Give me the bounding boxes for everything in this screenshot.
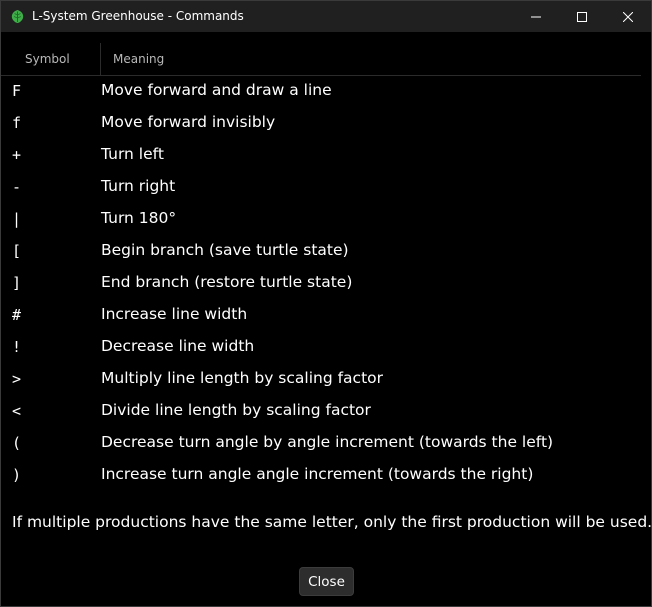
table-row[interactable]: ] End branch (restore turtle state): [1, 267, 641, 299]
table-row[interactable]: + Turn left: [1, 139, 641, 171]
column-divider[interactable]: [100, 43, 101, 75]
meaning-cell: Decrease line width: [101, 337, 255, 355]
table-header: Symbol Meaning: [1, 43, 641, 76]
table-row[interactable]: | Turn 180°: [1, 203, 641, 235]
minimize-icon: [531, 12, 541, 22]
meaning-cell: Divide line length by scaling factor: [101, 401, 371, 419]
table-row[interactable]: f Move forward invisibly: [1, 107, 641, 139]
table-row[interactable]: # Increase line width: [1, 299, 641, 331]
meaning-cell: Turn left: [101, 145, 164, 163]
meaning-cell: Decrease turn angle by angle increment (…: [101, 433, 554, 451]
symbol-cell: -: [12, 178, 22, 196]
symbol-cell: !: [12, 338, 22, 356]
meaning-cell: Turn right: [101, 177, 176, 195]
close-icon: [623, 11, 633, 22]
symbol-cell: <: [12, 402, 22, 420]
symbol-cell: >: [12, 370, 22, 388]
symbol-cell: +: [12, 146, 22, 164]
symbol-cell: [: [12, 242, 22, 260]
table-row[interactable]: > Multiply line length by scaling factor: [1, 363, 641, 395]
table-row[interactable]: [ Begin branch (save turtle state): [1, 235, 641, 267]
close-button[interactable]: Close: [299, 567, 354, 596]
table-row[interactable]: ) Increase turn angle angle increment (t…: [1, 459, 641, 491]
commands-dialog: L-System Greenhouse - Commands Symbol Me…: [0, 0, 652, 607]
window-title: L-System Greenhouse - Commands: [32, 9, 244, 23]
column-header-meaning[interactable]: Meaning: [113, 52, 164, 66]
title-bar[interactable]: L-System Greenhouse - Commands: [1, 1, 651, 32]
maximize-icon: [577, 11, 587, 22]
table-row[interactable]: F Move forward and draw a line: [1, 75, 641, 107]
meaning-cell: Move forward invisibly: [101, 113, 276, 131]
green-leaf-icon: [10, 9, 25, 24]
table-row[interactable]: - Turn right: [1, 171, 641, 203]
meaning-cell: Move forward and draw a line: [101, 81, 332, 99]
footnote-text: If multiple productions have the same le…: [12, 513, 652, 531]
symbol-cell: ): [12, 466, 22, 484]
commands-table: F Move forward and draw a line f Move fo…: [1, 75, 641, 491]
symbol-cell: ]: [12, 274, 22, 292]
maximize-button[interactable]: [559, 1, 605, 32]
meaning-cell: End branch (restore turtle state): [101, 273, 353, 291]
symbol-cell: |: [12, 210, 22, 228]
window-close-button[interactable]: [605, 1, 651, 32]
symbol-cell: (: [12, 434, 22, 452]
meaning-cell: Turn 180°: [101, 209, 177, 227]
symbol-cell: #: [12, 306, 22, 324]
minimize-button[interactable]: [513, 1, 559, 32]
meaning-cell: Multiply line length by scaling factor: [101, 369, 384, 387]
table-row[interactable]: ( Decrease turn angle by angle increment…: [1, 427, 641, 459]
meaning-cell: Increase line width: [101, 305, 248, 323]
table-row[interactable]: ! Decrease line width: [1, 331, 641, 363]
meaning-cell: Begin branch (save turtle state): [101, 241, 349, 259]
meaning-cell: Increase turn angle angle increment (tow…: [101, 465, 534, 483]
column-header-symbol[interactable]: Symbol: [25, 52, 70, 66]
symbol-cell: F: [12, 82, 22, 100]
symbol-cell: f: [12, 114, 22, 132]
table-row[interactable]: < Divide line length by scaling factor: [1, 395, 641, 427]
